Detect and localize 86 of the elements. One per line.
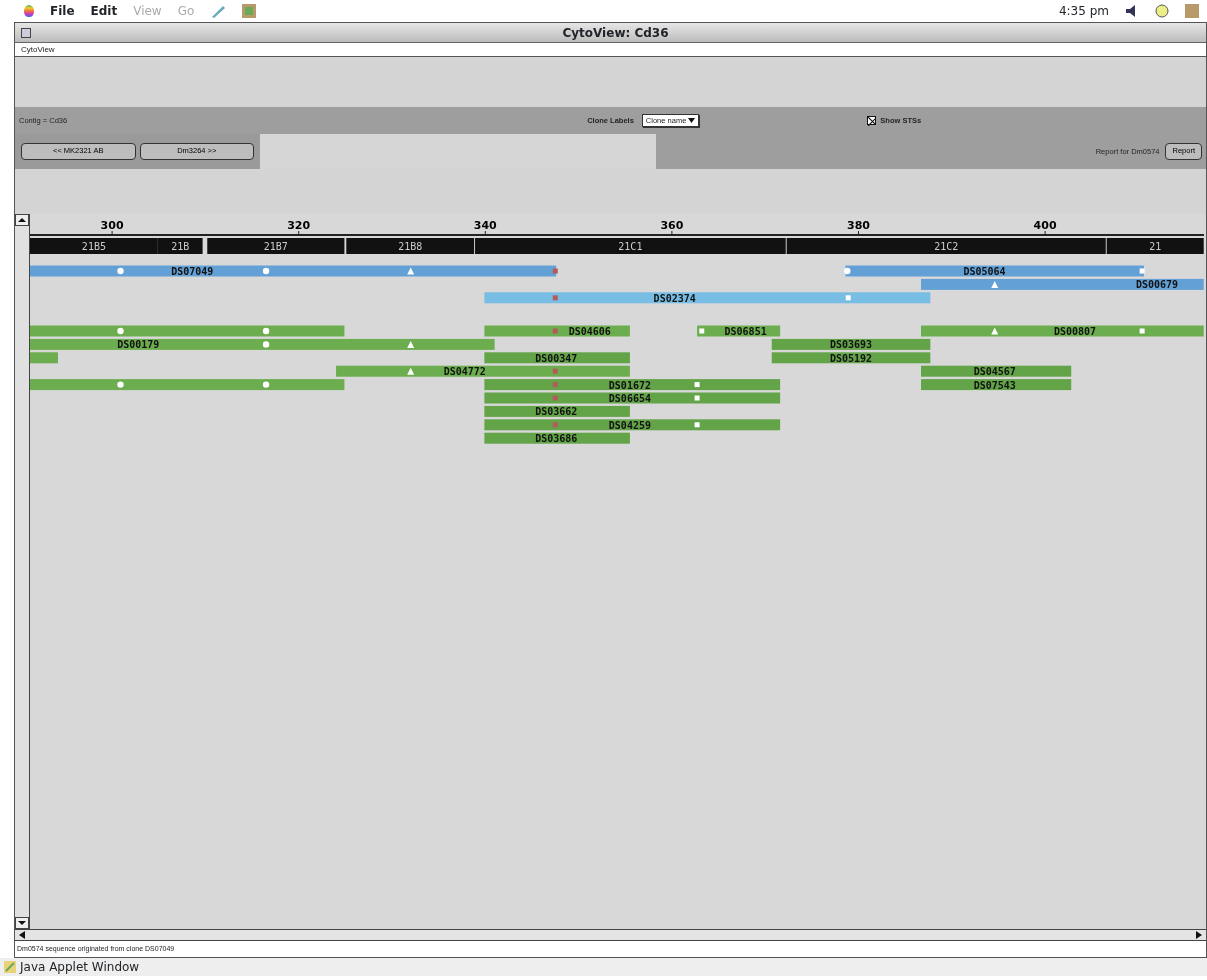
clone-label: DS03693 [829,339,873,351]
band-label: 21C2 [934,241,959,252]
circle-marker [262,381,270,388]
probe-marker [552,382,558,388]
clone-bar[interactable] [484,325,630,337]
clone-bar[interactable] [921,278,1204,290]
band-label: 21 [1149,241,1162,252]
clone-bar[interactable] [484,432,630,444]
clone-label: DS02374 [653,292,696,304]
circle-marker [117,267,124,275]
triangle-marker [407,340,415,348]
clone-bar[interactable] [484,405,630,417]
band-label: 21B7 [263,241,288,252]
scale-label: 320 [287,219,311,232]
band-label: 21B [171,241,190,252]
applet-window-label: Java Applet Window [20,960,140,974]
clone-bar[interactable] [30,338,495,350]
scale-label: 380 [847,219,870,232]
band-label: 21B5 [81,241,106,252]
clone-label: DS03686 [535,433,578,445]
scale-label: 340 [473,219,497,232]
clone-bar[interactable] [484,352,630,364]
circle-marker [117,327,124,335]
band-label: 21B8 [398,241,423,252]
probe-marker [552,422,558,428]
clone-bar[interactable] [845,265,1144,277]
probe-marker [552,268,558,274]
clone-label: DS00179 [117,339,160,351]
probe-marker [552,368,558,374]
clone-label: DS01672 [608,379,651,391]
caret-icon [688,118,696,123]
scale-label: 360 [660,219,684,232]
clone-bar[interactable] [697,325,781,337]
menu-item[interactable]: File [50,4,75,18]
clone-label: DS06851 [724,326,767,337]
app-icon[interactable] [242,4,257,18]
clone-label: DS00679 [1136,279,1179,291]
clone-bar[interactable] [921,379,1072,391]
clone-label: DS00347 [535,352,578,364]
clone-label: DS04606 [568,326,611,337]
scale-label: 300 [100,219,124,232]
clone-bar[interactable] [336,365,630,377]
clone-label: DS06654 [608,393,651,404]
apple-menu-icon[interactable] [24,5,34,17]
clone-bar[interactable] [484,419,781,431]
show-sts-checkbox[interactable] [867,116,877,125]
clone-bar[interactable] [921,325,1204,337]
clone-label: DS00807 [1053,326,1097,337]
menu-item[interactable]: CytoView [21,45,55,54]
triangle-marker [407,367,415,375]
clone-bar[interactable] [771,352,931,364]
clone-label: DS07049 [171,266,214,277]
clock-text: 4:35 pm [1058,4,1109,18]
menu-item[interactable]: Edit [90,4,118,18]
clone-label: DS03662 [535,406,578,418]
probe-marker [552,328,558,334]
clone-label: DS04259 [608,419,651,431]
window-title: CytoView: Cd36 [561,25,670,40]
probe-marker [552,395,558,401]
scale-label: 400 [1033,219,1057,232]
circle-marker [262,267,270,275]
triangle-marker [991,280,999,288]
applet-icon [4,961,16,973]
clone-bar[interactable] [484,392,781,404]
clone-bar[interactable] [484,379,781,391]
close-box-icon[interactable] [21,27,31,38]
clone-label: DS04772 [443,366,486,378]
circle-marker [844,267,851,275]
triangle-marker [407,267,415,275]
clone-label: DS04567 [973,366,1016,378]
clone-label: DS05192 [829,352,873,364]
probe-marker [552,295,558,301]
circle-marker [117,381,124,388]
clone-bar[interactable] [771,338,931,350]
circle-marker [262,341,270,348]
triangle-marker [991,327,999,335]
circle-marker [262,327,270,335]
scroll-down-icon[interactable] [15,917,29,929]
clone-bar[interactable] [484,292,931,304]
scroll-up-icon[interactable] [15,214,29,226]
pen-icon[interactable] [210,4,227,18]
clone-label: DS07543 [973,379,1016,391]
clone-bar[interactable] [921,365,1072,377]
band-label: 21C1 [618,241,643,252]
clone-label: DS05064 [963,266,1006,277]
help-icon[interactable] [1155,4,1169,18]
